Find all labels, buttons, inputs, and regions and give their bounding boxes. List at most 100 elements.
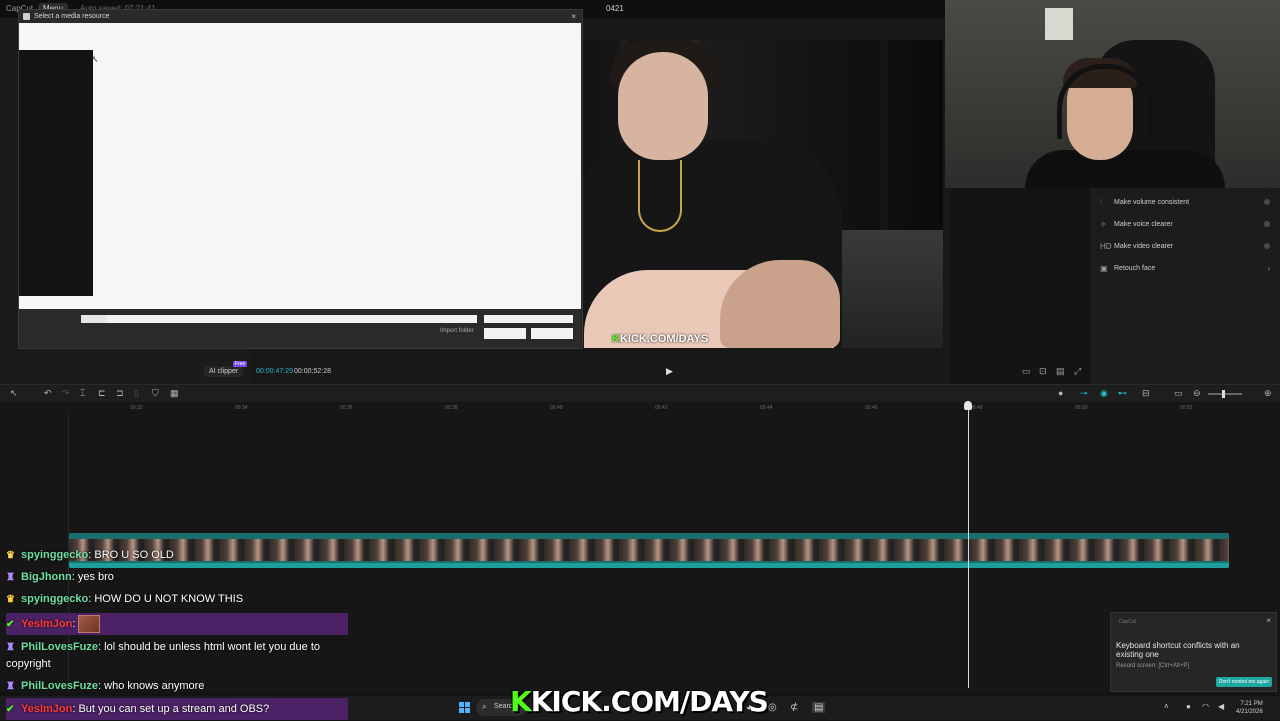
app-icon[interactable]: ▤ <box>812 702 826 713</box>
kick-logo-k: K <box>612 333 620 345</box>
link-icon[interactable]: ⊸ <box>1080 388 1088 399</box>
select-tool-icon[interactable]: ↖ <box>10 388 18 399</box>
kick-url: KICK.COM/DAYS <box>530 685 769 718</box>
play-icon[interactable]: ▶ <box>666 366 674 376</box>
timeline-toolbar <box>0 384 1280 403</box>
redo-icon[interactable]: ↷ <box>62 388 70 399</box>
notification-message: Keyboard shortcut conflicts with an exis… <box>1116 641 1240 659</box>
open-button[interactable] <box>484 328 526 339</box>
microphone-icon[interactable]: ● <box>1058 388 1063 398</box>
chrome-icon[interactable]: ◕ <box>746 702 752 713</box>
make-video-clearer-item[interactable]: HD Make video clearer <box>1100 237 1270 255</box>
webcam-poster <box>1045 8 1073 40</box>
current-time: 00:00:47:29 <box>256 368 293 375</box>
chat-username: spyinggecko <box>21 549 89 561</box>
chat-username: spyinggecko <box>21 593 89 605</box>
make-volume-consistent-item[interactable]: ⫶ Make volume consistent <box>1100 193 1270 211</box>
toggle-switch[interactable] <box>1264 221 1270 227</box>
make-voice-clearer-item[interactable]: ✧ Make voice clearer <box>1100 215 1270 233</box>
ruler-tick: 00:44 <box>760 405 773 411</box>
preview-axis-icon[interactable]: ⊟ <box>1142 388 1150 399</box>
file-browser-nav[interactable] <box>19 50 93 296</box>
notification-app-name: CapCut <box>1119 619 1136 625</box>
notification-detail: Record screen: [Ctrl+Alt+P] <box>1116 663 1190 669</box>
file-type-select[interactable] <box>484 315 573 323</box>
dont-remind-button[interactable]: Don't remind me again <box>1215 677 1272 687</box>
trim-right-icon[interactable]: ⊐ <box>116 388 124 399</box>
snapshot-icon[interactable]: ⊡ <box>1039 366 1047 377</box>
ratio-icon[interactable]: ▭ <box>1022 366 1031 377</box>
subscriber-icon: ♜ <box>6 681 15 692</box>
webcam-overlay <box>945 0 1280 188</box>
crown-icon: ♛ <box>6 594 15 605</box>
zoom-slider-knob[interactable] <box>1222 390 1225 398</box>
webcam-headset <box>1057 64 1153 139</box>
undo-icon[interactable]: ↶ <box>44 388 52 399</box>
filename-input[interactable] <box>81 315 477 323</box>
chat-message: ✔ YesImJon: <box>6 613 348 635</box>
chat-message: ♛ spyinggecko: HOW DO U NOT KNOW THIS <box>6 591 348 608</box>
subscriber-icon: ♜ <box>6 642 15 653</box>
zoom-out-icon[interactable]: ⊖ <box>1193 388 1201 399</box>
chat-text: : BRO U SO OLD <box>88 549 174 561</box>
video-player[interactable] <box>580 40 943 348</box>
chat-message: ✔ YesImJon: But you can set up a stream a… <box>6 698 348 720</box>
close-icon[interactable]: × <box>571 12 576 21</box>
fullscreen-mode-icon[interactable]: ▤ <box>1056 366 1065 377</box>
chat-username: YesImJon <box>21 618 73 630</box>
total-time: 00:00:52:28 <box>294 368 331 375</box>
import-folder-link[interactable]: Import folder <box>440 328 474 334</box>
timeline-ruler[interactable] <box>0 402 1280 414</box>
fullscreen-icon[interactable]: ⤢ <box>1074 366 1081 377</box>
volume-icon: ⫶ <box>1100 197 1102 206</box>
volume-icon[interactable]: ◀ <box>1218 702 1224 711</box>
cancel-button[interactable] <box>531 328 573 339</box>
voice-icon: ✧ <box>1100 219 1107 229</box>
delete-icon[interactable]: ▯ <box>134 388 139 399</box>
subscriber-icon: ♜ <box>6 572 15 583</box>
video-person-face <box>618 52 708 160</box>
caption-icon[interactable]: ▭ <box>1174 388 1183 399</box>
snap-icon[interactable]: ⊷ <box>1118 388 1127 399</box>
toggle-switch[interactable] <box>1264 243 1270 249</box>
notification-toast: CapCut × Keyboard shortcut conflicts wit… <box>1110 612 1277 692</box>
chat-text: : But you can set up a stream and OBS? <box>72 703 270 715</box>
chat-text: : HOW DO U NOT KNOW THIS <box>88 593 244 605</box>
toggle-switch[interactable] <box>1264 199 1270 205</box>
project-name[interactable]: 0421 <box>606 4 624 13</box>
retouch-face-item[interactable]: ▣ Retouch face › <box>1100 259 1270 277</box>
trim-left-icon[interactable]: ⊏ <box>98 388 106 399</box>
chevron-up-icon[interactable]: ˄ <box>1164 702 1169 711</box>
zoom-fit-icon[interactable]: ⊕ <box>1264 388 1272 399</box>
item-label: Make video clearer <box>1114 242 1174 250</box>
magnet-icon[interactable]: ◉ <box>1100 388 1108 399</box>
playhead[interactable] <box>968 402 969 688</box>
crown-icon: ♛ <box>6 550 15 561</box>
microphone-icon[interactable]: ● <box>1186 702 1191 711</box>
hd-icon: HD <box>1100 241 1112 251</box>
webcam-body <box>1025 150 1225 188</box>
wifi-icon[interactable]: ◠ <box>1202 702 1209 711</box>
dialog-title: Select a media resource <box>34 13 110 20</box>
clock-time: 7:21 PM <box>1240 701 1263 707</box>
shield-icon[interactable]: ⛉ <box>152 388 159 399</box>
close-icon[interactable]: × <box>1266 616 1271 625</box>
retouch-icon: ▣ <box>1100 263 1108 273</box>
stream-overlay-text: KKICK.COM/DAYS <box>510 685 769 718</box>
playhead-handle[interactable] <box>964 401 972 410</box>
zoom-slider[interactable] <box>1208 393 1242 395</box>
chat-message: ♜ BigJhonn: yes bro <box>6 569 348 586</box>
chat-text: : yes bro <box>71 571 114 583</box>
file-browser-area[interactable] <box>19 23 581 309</box>
item-label: Make volume consistent <box>1114 198 1190 206</box>
capcut-icon[interactable]: ⊄ <box>790 702 798 713</box>
obs-icon[interactable]: ◎ <box>768 702 777 713</box>
windows-start-icon[interactable] <box>459 702 470 713</box>
ai-clipper-button[interactable]: AI clipper Free <box>204 361 248 377</box>
screen-icon[interactable]: ▦ <box>170 388 179 399</box>
chat-message: ♛ spyinggecko: BRO U SO OLD <box>6 547 348 564</box>
ruler-tick: 00:46 <box>865 405 878 411</box>
chat-username: PhilLovesFuze <box>21 680 99 692</box>
taskbar-clock[interactable]: 7:21 PM 4/21/2026 <box>1236 700 1263 716</box>
split-icon[interactable]: ⌶ <box>80 388 85 399</box>
